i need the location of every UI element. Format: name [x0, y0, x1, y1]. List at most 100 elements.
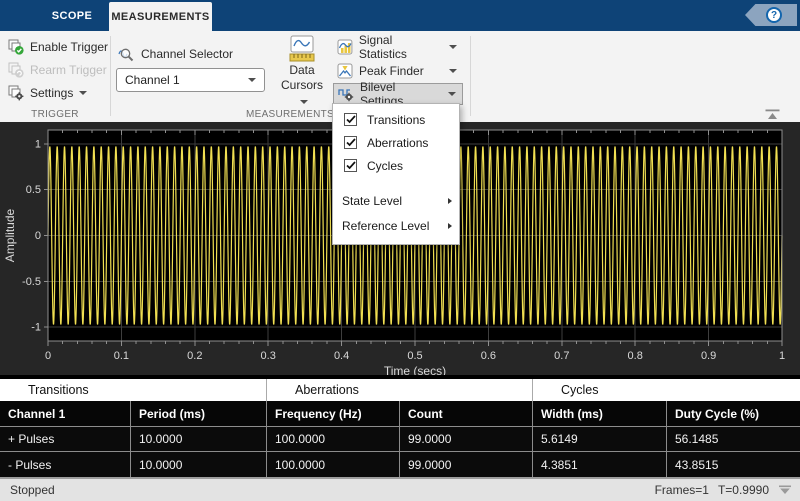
tab-scope[interactable]: SCOPE — [35, 0, 109, 31]
channel-selector-icon — [118, 46, 135, 62]
status-state: Stopped — [10, 483, 55, 497]
menu-item-aberrations[interactable]: Aberrations — [333, 131, 459, 154]
menu-item-reference-level[interactable]: Reference Level — [333, 213, 459, 238]
channel-selector-button[interactable]: Channel Selector — [113, 43, 238, 65]
svg-text:0.6: 0.6 — [481, 350, 496, 362]
scope-window: SCOPE MEASUREMENTS ? Enable Trigger Re — [0, 0, 800, 501]
signal-statistics-button[interactable]: Signal Statistics — [333, 36, 463, 58]
menu-item-cycles[interactable]: Cycles — [333, 154, 459, 177]
table-cell: 10.0000 — [131, 452, 267, 477]
trigger-group-label: TRIGGER — [0, 109, 110, 120]
svg-text:-1: -1 — [31, 322, 41, 334]
chevron-down-icon — [448, 92, 456, 96]
svg-text:0.5: 0.5 — [26, 184, 41, 196]
table-header-row: Channel 1 Period (ms) Frequency (Hz) Cou… — [0, 401, 800, 427]
menu-item-state-level[interactable]: State Level — [333, 188, 459, 213]
enable-trigger-label: Enable Trigger — [30, 40, 108, 54]
table-cell: 10.0000 — [131, 427, 267, 451]
dock-indicator-icon[interactable] — [778, 484, 792, 496]
table-cell: 100.0000 — [267, 452, 400, 477]
signal-statistics-icon — [337, 39, 353, 55]
statusbar: Stopped Frames=1 T=0.9990 — [0, 478, 800, 501]
column-header: Frequency (Hz) — [267, 401, 400, 426]
table-cell: 99.0000 — [400, 452, 533, 477]
help-tag[interactable]: ? — [745, 4, 797, 26]
svg-text:0.7: 0.7 — [554, 350, 569, 362]
bilevel-settings-menu: Transitions Aberrations Cycles State Lev… — [332, 103, 460, 245]
menu-item-label: Reference Level — [342, 219, 429, 233]
checkbox-aberrations[interactable] — [344, 136, 357, 149]
svg-text:1: 1 — [779, 350, 785, 362]
svg-text:1: 1 — [35, 138, 41, 150]
svg-text:Time (secs): Time (secs) — [384, 364, 446, 375]
trigger-settings-button[interactable]: Settings — [3, 82, 92, 104]
rearm-trigger-icon — [8, 62, 24, 78]
group-separator — [110, 36, 111, 116]
help-icon[interactable]: ? — [766, 7, 782, 23]
signal-statistics-label: Signal Statistics — [359, 33, 443, 61]
column-header: Channel 1 — [0, 401, 131, 426]
submenu-arrow-icon — [448, 198, 452, 204]
svg-text:Amplitude: Amplitude — [3, 209, 17, 263]
table-cell: 100.0000 — [267, 427, 400, 451]
channel-select-value: Channel 1 — [125, 73, 180, 87]
svg-text:0: 0 — [45, 350, 51, 362]
titlebar: SCOPE MEASUREMENTS ? — [0, 0, 800, 31]
data-cursors-button[interactable]: Data Cursors — [274, 35, 330, 108]
measurements-panel: Transitions Aberrations Cycles Channel 1… — [0, 375, 800, 478]
collapse-toolstrip-icon[interactable] — [765, 109, 780, 120]
rearm-trigger-label: Rearm Trigger — [30, 63, 107, 77]
menu-item-label: Cycles — [367, 159, 403, 173]
table-cell: 5.6149 — [533, 427, 667, 451]
column-header: Count — [400, 401, 533, 426]
checkbox-cycles[interactable] — [344, 159, 357, 172]
data-cursors-label-line2: Cursors — [274, 78, 330, 108]
menu-item-label: Transitions — [367, 113, 425, 127]
menu-item-label: State Level — [342, 194, 402, 208]
bilevel-settings-icon — [338, 86, 354, 102]
bilevel-settings-button[interactable]: Bilevel Settings — [333, 83, 463, 105]
chevron-down-icon — [300, 100, 308, 104]
table-cell: + Pulses — [0, 427, 131, 451]
table-cell: 99.0000 — [400, 427, 533, 451]
rearm-trigger-button: Rearm Trigger — [3, 59, 112, 81]
submenu-arrow-icon — [448, 223, 452, 229]
group-header-transitions: Transitions — [0, 379, 267, 401]
svg-text:0.4: 0.4 — [334, 350, 349, 362]
enable-trigger-button[interactable]: Enable Trigger — [3, 36, 113, 58]
table-group-header-row: Transitions Aberrations Cycles — [0, 379, 800, 401]
data-cursors-icon — [287, 35, 317, 63]
status-frames: Frames=1 — [655, 483, 709, 497]
svg-text:0.2: 0.2 — [187, 350, 202, 362]
trigger-settings-label: Settings — [30, 86, 73, 100]
chevron-down-icon — [449, 45, 457, 49]
svg-text:0.1: 0.1 — [114, 350, 129, 362]
column-header: Width (ms) — [533, 401, 667, 426]
enable-trigger-icon — [8, 39, 24, 55]
table-cell: 56.1485 — [667, 427, 800, 451]
checkbox-transitions[interactable] — [344, 113, 357, 126]
table-row: + Pulses 10.0000 100.0000 99.0000 5.6149… — [0, 427, 800, 452]
chevron-down-icon — [449, 69, 457, 73]
peak-finder-button[interactable]: Peak Finder — [333, 60, 463, 82]
group-separator — [470, 36, 471, 116]
svg-text:0: 0 — [35, 230, 41, 242]
svg-text:0.3: 0.3 — [261, 350, 276, 362]
chevron-down-icon — [79, 91, 87, 95]
menu-item-label: Aberrations — [367, 136, 428, 150]
svg-text:-0.5: -0.5 — [22, 276, 41, 288]
group-header-cycles: Cycles — [533, 379, 800, 401]
settings-gear-icon — [8, 85, 24, 101]
chevron-down-icon — [248, 78, 256, 82]
table-cell: - Pulses — [0, 452, 131, 477]
group-header-aberrations: Aberrations — [267, 379, 533, 401]
table-cell: 4.3851 — [533, 452, 667, 477]
peak-finder-icon — [337, 63, 353, 79]
menu-item-transitions[interactable]: Transitions — [333, 108, 459, 131]
channel-select[interactable]: Channel 1 — [116, 68, 265, 92]
svg-text:0.9: 0.9 — [701, 350, 716, 362]
table-row: - Pulses 10.0000 100.0000 99.0000 4.3851… — [0, 452, 800, 477]
tab-measurements[interactable]: MEASUREMENTS — [109, 2, 212, 31]
channel-selector-label: Channel Selector — [141, 47, 233, 61]
column-header: Period (ms) — [131, 401, 267, 426]
